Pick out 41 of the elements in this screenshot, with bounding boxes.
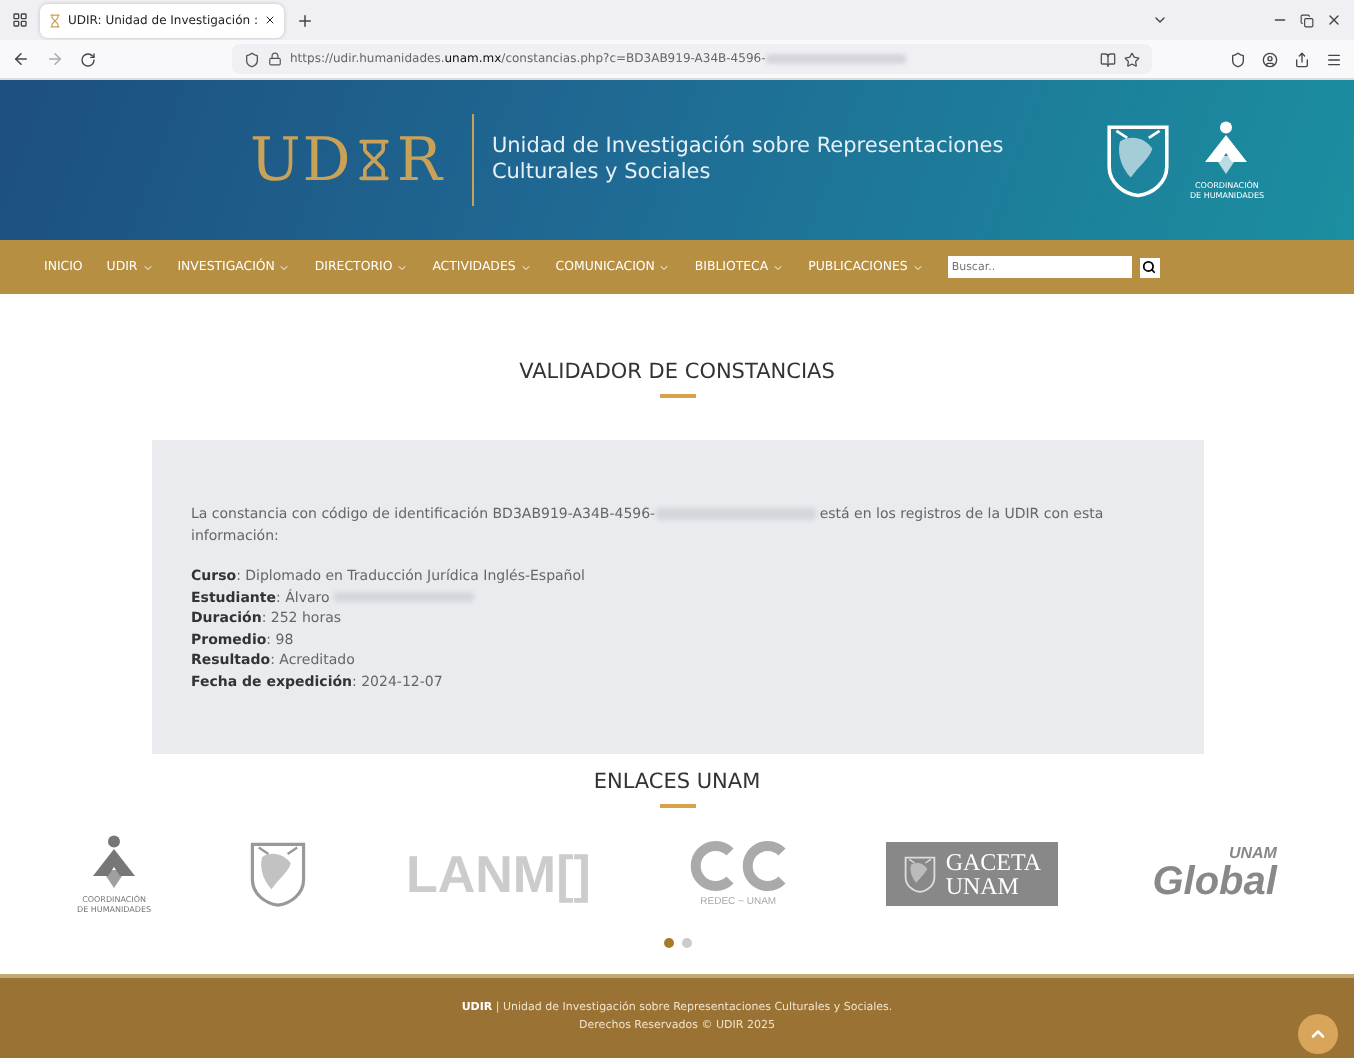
account-icon[interactable] [1262,51,1278,67]
site-title: Unidad de Investigación sobre Representaciones Culturales y Sociales [491,134,1006,186]
page-title: VALIDADOR DE CONSTANCIAS [519,360,835,384]
close-icon[interactable] [1326,12,1342,28]
caret-icon [772,261,785,273]
global-logo-text[interactable]: Global [1152,862,1277,902]
close-icon[interactable] [263,14,276,26]
star-icon[interactable] [1124,51,1140,67]
university-crest-icon [1101,120,1174,200]
reader-icon[interactable] [1100,51,1116,67]
hourglass-icon [48,13,62,27]
crest-logo-icon [246,838,311,910]
crest-icon [901,854,938,894]
search-button[interactable] [1139,257,1160,277]
global-logo-text[interactable]: UNAM [1228,846,1277,862]
back-icon[interactable] [12,50,30,68]
menu-icon[interactable] [1326,51,1342,67]
chevron-up-icon [1308,1024,1328,1044]
caret-icon [396,261,409,273]
circles-logo-icon [686,840,791,892]
restore-icon[interactable] [1300,13,1314,27]
shield-icon [244,51,260,67]
section-title: ENLACES UNAM [593,770,761,794]
search-icon [1142,260,1157,274]
reload-icon[interactable] [80,51,96,67]
caret-icon [658,261,671,273]
caret-icon [911,261,924,273]
tab-list-icon[interactable] [12,12,28,28]
shield-icon[interactable] [1230,51,1246,67]
caret-icon [278,261,291,273]
lock-icon [268,52,282,66]
carousel-dot[interactable] [663,938,673,948]
chevron-down-icon[interactable] [1152,12,1168,28]
udir-logo[interactable]: UD R [250,125,444,195]
carousel-dot[interactable] [681,938,691,948]
share-icon[interactable] [1294,51,1310,67]
new-tab-icon[interactable] [296,11,314,29]
scroll-top-button[interactable] [1298,1014,1338,1054]
gaceta-logo[interactable]: GACETA UNAM [885,842,1058,906]
caret-icon [141,261,154,273]
caret-icon [519,261,532,273]
